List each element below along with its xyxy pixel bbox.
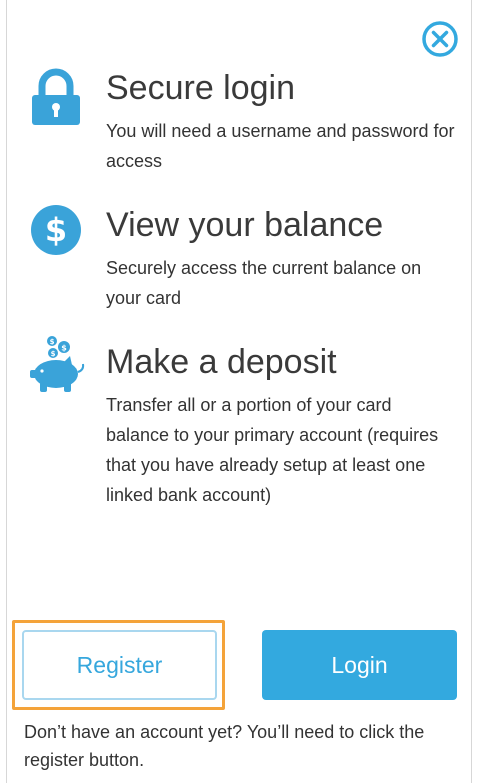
feature-description: Transfer all or a portion of your card b… [106,395,439,505]
close-button[interactable] [421,20,459,58]
svg-text:$: $ [51,350,56,358]
dollar-icon: $ [31,205,81,255]
feature-description: You will need a username and password fo… [106,121,455,171]
feature-description: Securely access the current balance on y… [106,258,422,308]
svg-text:$: $ [45,211,67,249]
svg-text:$: $ [61,344,67,353]
feature-title: Make a deposit [106,343,337,381]
close-circle-icon [422,21,458,57]
login-button[interactable]: Login [262,630,457,700]
frame-border-left [6,0,7,783]
feature-title: Secure login [106,69,296,107]
feature-title: View your balance [106,206,384,244]
frame-border-right [471,0,472,783]
svg-text:$: $ [50,338,55,346]
feature-intro-screen: Secure login You will need a username an… [0,0,478,783]
lock-icon [32,68,80,125]
register-button[interactable]: Register [22,630,217,700]
piggy-bank-icon: $ $ $ [30,336,85,392]
register-hint-text: Don’t have an account yet? You’ll need t… [24,722,425,770]
